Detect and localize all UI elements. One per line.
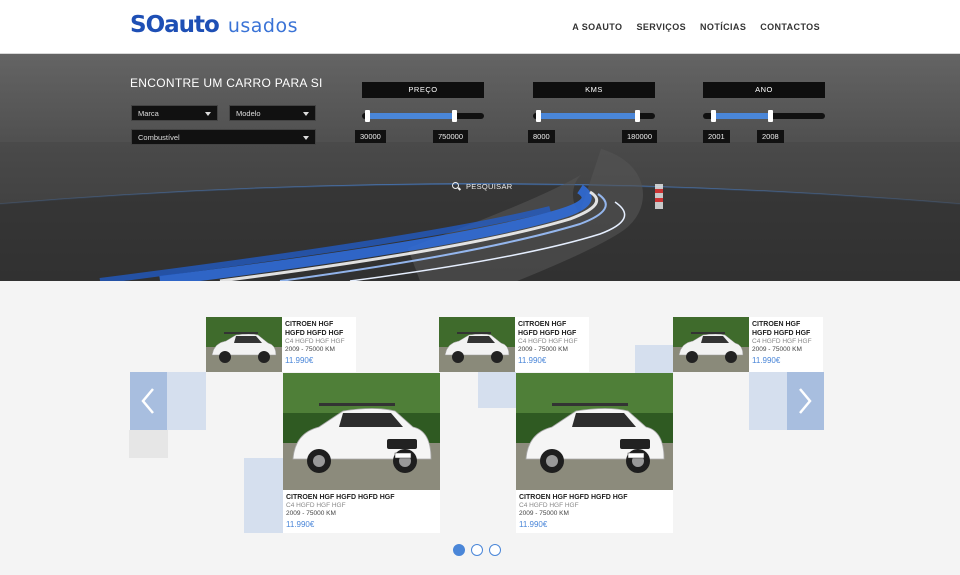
car-info: CITROEN HGF HGFD HGFD HGF C4 HGFD HGF HG… — [282, 317, 356, 372]
year-filter-label: ANO — [703, 82, 825, 98]
kms-filter-label: KMS — [533, 82, 655, 98]
chevron-down-icon — [205, 112, 211, 116]
nav-item-servicos[interactable]: SERVIÇOS — [636, 22, 686, 32]
pagination-dot-2[interactable] — [471, 544, 483, 556]
price-range-slider[interactable] — [362, 110, 484, 122]
fuel-dropdown[interactable]: Combustível — [131, 129, 316, 145]
car-year-km: 2009 - 75000 KM — [752, 346, 802, 353]
chevron-down-icon — [303, 112, 309, 116]
kms-max-handle[interactable] — [634, 110, 640, 122]
logo[interactable]: SOauto usados — [130, 12, 298, 42]
year-range-slider[interactable] — [703, 110, 825, 122]
car-price: 11.990€ — [285, 356, 314, 365]
car-model: C4 HGFD HGF HGF — [519, 502, 579, 509]
price-max-handle[interactable] — [451, 110, 457, 122]
hero-search: ENCONTRE UM CARRO PARA SI Marca Modelo C… — [0, 54, 960, 281]
price-range-fill — [366, 113, 454, 119]
car-year-km: 2009 - 75000 KM — [519, 510, 569, 517]
car-year-km: 2009 - 75000 KM — [285, 346, 335, 353]
car-title: CITROEN HGF HGFD HGFD HGF — [286, 494, 395, 501]
car-model: C4 HGFD HGF HGF — [285, 338, 345, 345]
car-photo — [516, 373, 673, 490]
car-photo — [206, 317, 282, 372]
car-title: CITROEN HGF HGFD HGFD HGF — [519, 494, 628, 501]
year-max-handle[interactable] — [768, 110, 774, 122]
nav-item-a-soauto[interactable]: A SOAUTO — [572, 22, 622, 32]
chevron-down-icon — [303, 136, 309, 140]
model-dropdown-label: Modelo — [236, 109, 261, 118]
brand-dropdown[interactable]: Marca — [131, 105, 218, 121]
kms-range-slider[interactable] — [533, 110, 655, 122]
main-nav: A SOAUTO SERVIÇOS NOTÍCIAS CONTACTOS — [572, 22, 820, 32]
site-header: SOauto usados A SOAUTO SERVIÇOS NOTÍCIAS… — [0, 0, 960, 54]
decorative-square — [478, 372, 516, 408]
car-model: C4 HGFD HGF HGF — [752, 338, 812, 345]
car-year-km: 2009 - 75000 KM — [286, 510, 336, 517]
price-min-value: 30000 — [355, 130, 386, 143]
year-min-handle[interactable] — [710, 110, 716, 122]
car-price: 11.990€ — [518, 356, 547, 365]
carousel-pagination — [453, 544, 501, 556]
car-model: C4 HGFD HGF HGF — [518, 338, 578, 345]
decorative-square — [129, 430, 168, 458]
search-title: ENCONTRE UM CARRO PARA SI — [130, 76, 323, 90]
car-card-small[interactable]: CITROEN HGF HGFD HGFD HGF C4 HGFD HGF HG… — [439, 317, 589, 372]
car-info: CITROEN HGF HGFD HGFD HGF C4 HGFD HGF HG… — [515, 317, 589, 372]
kms-range-fill — [537, 113, 637, 119]
logo-brand: SOauto — [130, 12, 220, 38]
year-range-fill — [712, 113, 771, 119]
car-photo — [283, 373, 440, 490]
car-price: 11.990€ — [286, 520, 315, 529]
nav-item-noticias[interactable]: NOTÍCIAS — [700, 22, 746, 32]
car-title: CITROEN HGF HGFD HGFD HGF — [285, 321, 344, 337]
pagination-dot-3[interactable] — [489, 544, 501, 556]
carousel-prev-button[interactable] — [130, 372, 167, 430]
brand-dropdown-label: Marca — [138, 109, 159, 118]
kms-min-handle[interactable] — [535, 110, 541, 122]
car-photo — [439, 317, 515, 372]
car-info: CITROEN HGF HGFD HGFD HGF C4 HGFD HGF HG… — [516, 490, 673, 533]
fuel-dropdown-label: Combustível — [138, 133, 180, 142]
car-year-km: 2009 - 75000 KM — [518, 346, 568, 353]
car-photo — [673, 317, 749, 372]
carousel-next-button[interactable] — [787, 372, 824, 430]
kms-min-value: 8000 — [528, 130, 555, 143]
car-price: 11.990€ — [752, 356, 781, 365]
decorative-square — [749, 372, 787, 430]
car-model: C4 HGFD HGF HGF — [286, 502, 346, 509]
pagination-dot-1[interactable] — [453, 544, 465, 556]
model-dropdown[interactable]: Modelo — [229, 105, 316, 121]
decorative-square — [635, 345, 673, 373]
car-card-small[interactable]: CITROEN HGF HGFD HGFD HGF C4 HGFD HGF HG… — [206, 317, 356, 372]
kms-max-value: 180000 — [622, 130, 658, 143]
price-filter-label: PREÇO — [362, 82, 484, 98]
car-card-large[interactable]: CITROEN HGF HGFD HGFD HGF C4 HGFD HGF HG… — [283, 373, 440, 533]
car-info: CITROEN HGF HGFD HGFD HGF C4 HGFD HGF HG… — [749, 317, 823, 372]
chevron-left-icon — [141, 388, 154, 414]
search-icon — [452, 182, 461, 191]
price-max-value: 750000 — [433, 130, 469, 143]
search-button[interactable]: PESQUISAR — [452, 182, 512, 191]
car-title: CITROEN HGF HGFD HGFD HGF — [752, 321, 811, 337]
nav-item-contactos[interactable]: CONTACTOS — [760, 22, 820, 32]
year-max-value: 2008 — [757, 130, 784, 143]
decorative-square — [167, 372, 206, 430]
car-price: 11.990€ — [519, 520, 548, 529]
search-button-label: PESQUISAR — [466, 182, 513, 191]
decorative-square — [244, 458, 283, 533]
year-min-value: 2001 — [703, 130, 730, 143]
car-card-large[interactable]: CITROEN HGF HGFD HGFD HGF C4 HGFD HGF HG… — [516, 373, 673, 533]
chevron-right-icon — [799, 388, 812, 414]
car-card-small[interactable]: CITROEN HGF HGFD HGFD HGF C4 HGFD HGF HG… — [673, 317, 823, 372]
car-info: CITROEN HGF HGFD HGFD HGF C4 HGFD HGF HG… — [283, 490, 440, 533]
price-min-handle[interactable] — [364, 110, 370, 122]
logo-sub: usados — [227, 15, 298, 37]
car-title: CITROEN HGF HGFD HGFD HGF — [518, 321, 577, 337]
